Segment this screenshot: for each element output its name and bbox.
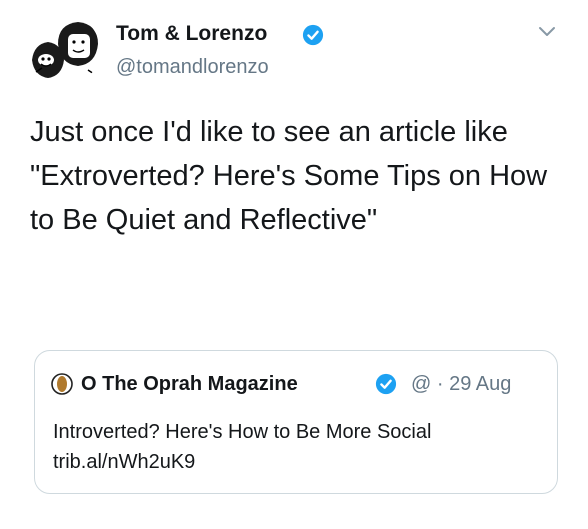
author-avatar[interactable] xyxy=(28,14,100,86)
meta-separator: · xyxy=(436,373,444,395)
quoted-tweet-meta: @ · 29 Aug xyxy=(411,373,511,396)
author-handle[interactable]: @tomandlorenzo xyxy=(116,56,269,79)
quoted-author-name[interactable]: O The Oprah Magazine xyxy=(81,373,298,396)
quoted-date[interactable]: 29 Aug xyxy=(449,373,511,395)
oprah-magazine-avatar xyxy=(51,373,73,395)
tweet: Tom & Lorenzo @tomandlorenzo Just once I… xyxy=(0,0,588,529)
chevron-down-icon[interactable] xyxy=(538,26,556,38)
quoted-tweet-text: Introverted? Here's How to Be More Socia… xyxy=(53,421,432,473)
verified-badge-icon xyxy=(375,373,397,395)
author-name[interactable]: Tom & Lorenzo xyxy=(116,22,267,46)
cartoon-faces-icon xyxy=(28,14,100,86)
tweet-text: Just once I'd like to see an article lik… xyxy=(30,116,548,236)
verified-badge-icon xyxy=(302,24,324,46)
quoted-tweet-card[interactable]: O The Oprah Magazine @ · 29 Aug Introver… xyxy=(34,350,558,494)
quoted-handle[interactable]: @ xyxy=(411,373,431,395)
